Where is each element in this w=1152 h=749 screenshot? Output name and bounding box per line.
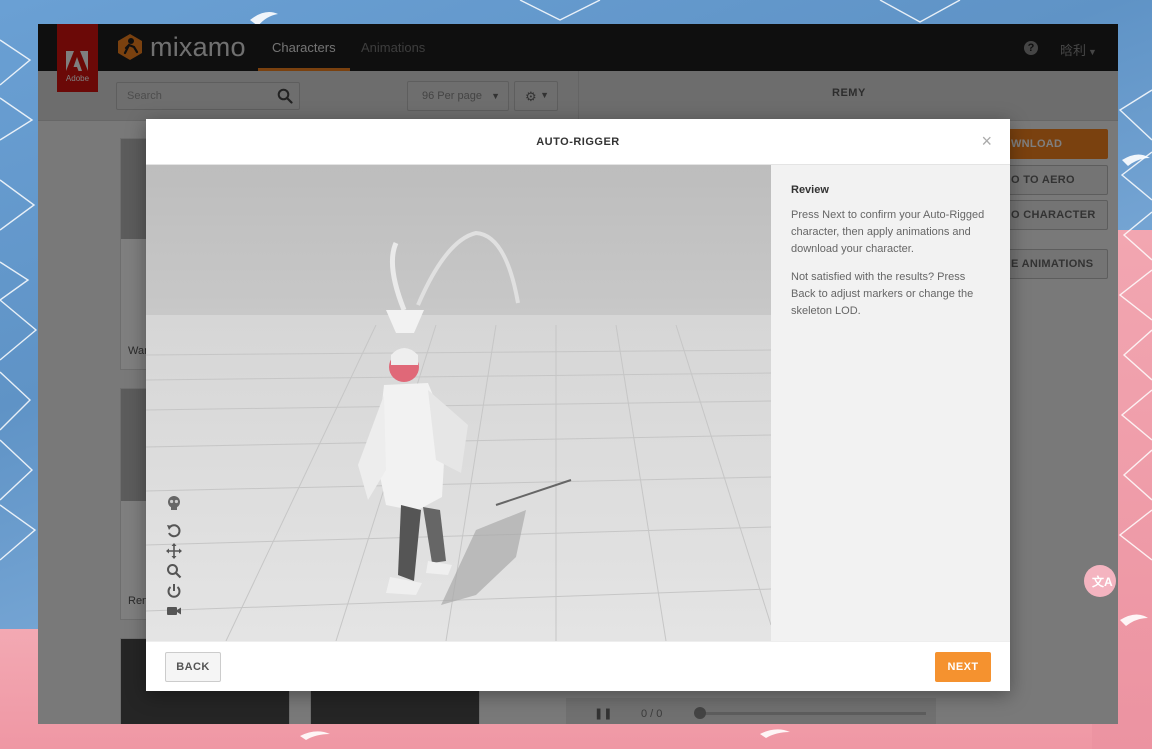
review-panel: Review Press Next to confirm your Auto-R… bbox=[771, 165, 1010, 641]
translate-icon[interactable]: 文A bbox=[1084, 565, 1116, 597]
back-button[interactable]: BACK bbox=[165, 652, 221, 682]
power-icon[interactable] bbox=[166, 583, 182, 599]
translate-badge-label: 文A bbox=[1092, 575, 1113, 589]
3d-viewport[interactable] bbox=[146, 165, 771, 641]
rotate-icon[interactable] bbox=[166, 523, 182, 539]
review-hint: Not satisfied with the results? Press Ba… bbox=[791, 271, 974, 317]
zoom-icon[interactable] bbox=[166, 563, 182, 579]
skeleton-icon[interactable] bbox=[166, 495, 182, 511]
modal-title: AUTO-RIGGER bbox=[536, 136, 620, 148]
next-button[interactable]: NEXT bbox=[935, 652, 991, 682]
modal-footer: BACK NEXT bbox=[146, 641, 1010, 691]
move-icon[interactable] bbox=[166, 543, 182, 559]
camera-icon[interactable] bbox=[166, 603, 182, 619]
auto-rigger-modal: AUTO-RIGGER × Review Press Next to confi… bbox=[146, 119, 1010, 691]
modal-header: AUTO-RIGGER × bbox=[146, 119, 1010, 165]
character-preview-scene bbox=[146, 165, 771, 641]
review-instructions: Press Next to confirm your Auto-Rigged c… bbox=[791, 209, 985, 255]
close-icon[interactable]: × bbox=[981, 132, 992, 150]
review-heading: Review bbox=[791, 184, 829, 196]
